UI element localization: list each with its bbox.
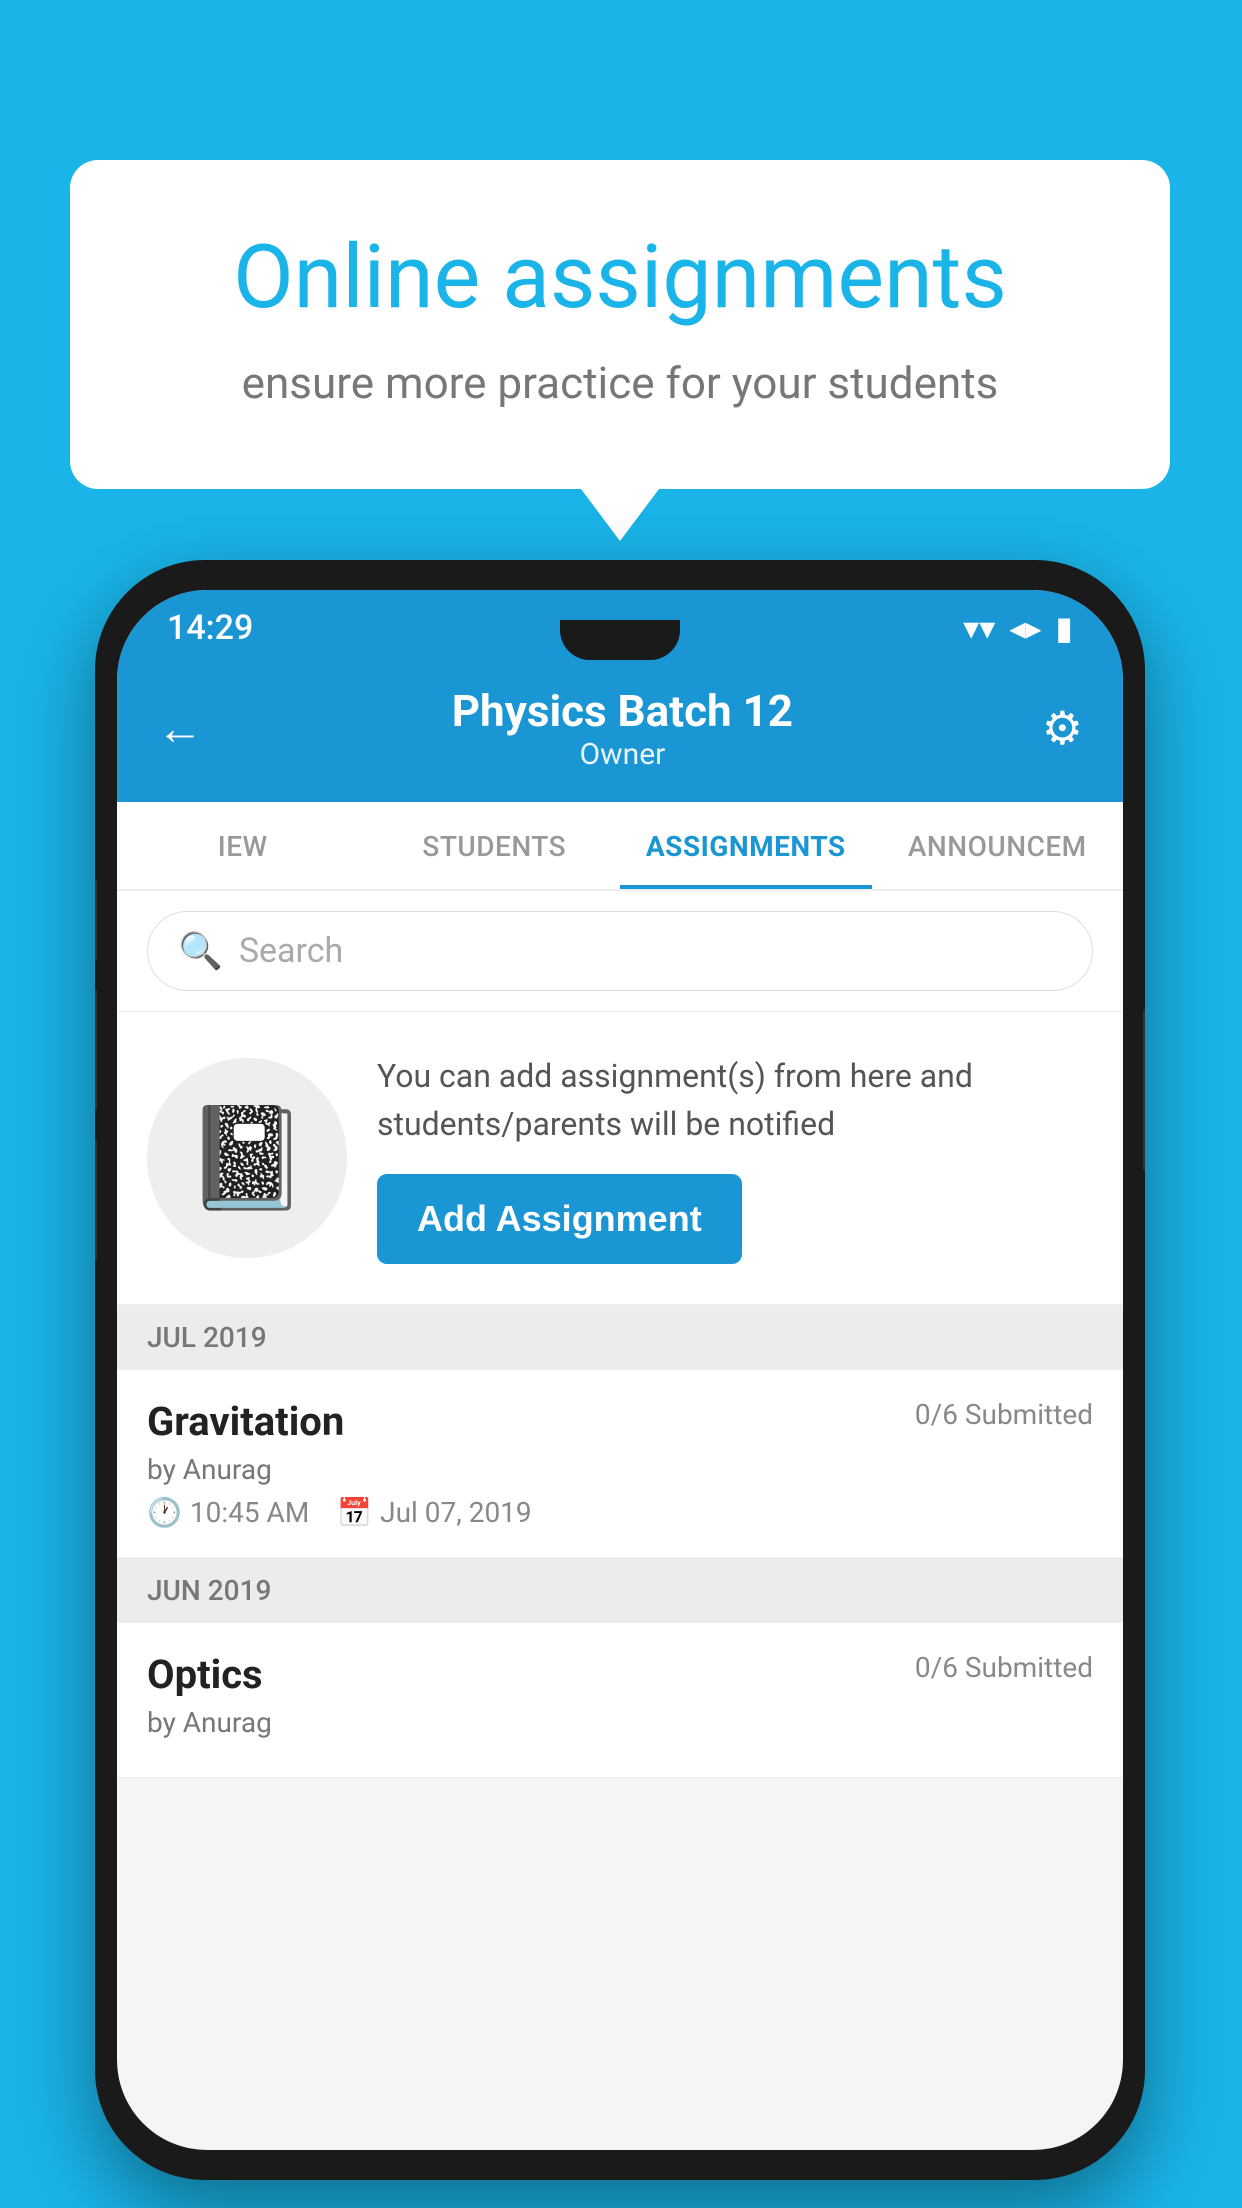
phone-wrapper: 14:29 ▾▾ ◂▸ ▮ ← Physics Batch 12 Owner ⚙…: [95, 560, 1145, 2180]
tab-announcements[interactable]: ANNOUNCEM: [872, 802, 1124, 889]
assignment-meta: 🕐 10:45 AM 📅 Jul 07, 2019: [147, 1496, 1093, 1529]
tabs-bar: IEW STUDENTS ASSIGNMENTS ANNOUNCEM: [117, 802, 1123, 891]
speech-bubble-container: Online assignments ensure more practice …: [70, 160, 1170, 489]
search-placeholder: Search: [239, 931, 343, 971]
clock-icon: 🕐: [147, 1496, 182, 1529]
search-container: 🔍 Search: [117, 891, 1123, 1012]
assignment-time: 10:45 AM: [190, 1496, 309, 1529]
bubble-title: Online assignments: [150, 230, 1090, 327]
side-button-vol-up: [95, 990, 97, 1110]
assignment-item-gravitation[interactable]: Gravitation 0/6 Submitted by Anurag 🕐 10…: [117, 1370, 1123, 1558]
promo-text: You can add assignment(s) from here and …: [377, 1052, 1093, 1148]
assignment-row-top-optics: Optics 0/6 Submitted: [147, 1651, 1093, 1698]
header-center: Physics Batch 12 Owner: [452, 685, 793, 772]
side-button-mute: [95, 880, 97, 960]
calendar-icon: 📅: [337, 1496, 372, 1529]
header-subtitle: Owner: [452, 737, 793, 772]
promo-content: You can add assignment(s) from here and …: [377, 1052, 1093, 1264]
app-header: ← Physics Batch 12 Owner ⚙: [117, 665, 1123, 802]
bubble-subtitle: ensure more practice for your students: [150, 357, 1090, 409]
meta-date: 📅 Jul 07, 2019: [337, 1496, 531, 1529]
assignment-submitted-optics: 0/6 Submitted: [915, 1651, 1093, 1684]
assignment-name-optics: Optics: [147, 1651, 263, 1698]
phone-screen: 14:29 ▾▾ ◂▸ ▮ ← Physics Batch 12 Owner ⚙…: [117, 590, 1123, 2150]
assignment-name: Gravitation: [147, 1398, 344, 1445]
speech-bubble: Online assignments ensure more practice …: [70, 160, 1170, 489]
back-button[interactable]: ←: [157, 701, 203, 756]
tab-students[interactable]: STUDENTS: [369, 802, 621, 889]
notebook-icon: 📓: [185, 1100, 310, 1217]
settings-button[interactable]: ⚙: [1042, 701, 1083, 756]
status-icons: ▾▾ ◂▸ ▮: [963, 609, 1073, 647]
assignment-date: Jul 07, 2019: [380, 1496, 532, 1529]
phone-frame: 14:29 ▾▾ ◂▸ ▮ ← Physics Batch 12 Owner ⚙…: [95, 560, 1145, 2180]
tab-iew[interactable]: IEW: [117, 802, 369, 889]
side-button-power: [1143, 1010, 1145, 1170]
search-icon: 🔍: [178, 930, 223, 972]
promo-icon-circle: 📓: [147, 1058, 347, 1258]
signal-icon: ◂▸: [1009, 609, 1041, 647]
month-divider-jun: JUN 2019: [117, 1558, 1123, 1623]
phone-notch: [560, 620, 680, 660]
promo-section: 📓 You can add assignment(s) from here an…: [117, 1012, 1123, 1305]
assignment-item-optics[interactable]: Optics 0/6 Submitted by Anurag: [117, 1623, 1123, 1778]
header-title: Physics Batch 12: [452, 685, 793, 737]
assignment-by: by Anurag: [147, 1453, 1093, 1486]
status-time: 14:29: [167, 608, 253, 648]
battery-icon: ▮: [1055, 609, 1073, 647]
meta-time: 🕐 10:45 AM: [147, 1496, 309, 1529]
assignment-by-optics: by Anurag: [147, 1706, 1093, 1739]
assignment-row-top: Gravitation 0/6 Submitted: [147, 1398, 1093, 1445]
assignment-submitted: 0/6 Submitted: [915, 1398, 1093, 1431]
tab-assignments[interactable]: ASSIGNMENTS: [620, 802, 872, 889]
add-assignment-button[interactable]: Add Assignment: [377, 1174, 742, 1264]
month-divider-jul: JUL 2019: [117, 1305, 1123, 1370]
side-button-vol-down: [95, 1140, 97, 1260]
wifi-icon: ▾▾: [963, 609, 995, 647]
search-input-wrapper[interactable]: 🔍 Search: [147, 911, 1093, 991]
